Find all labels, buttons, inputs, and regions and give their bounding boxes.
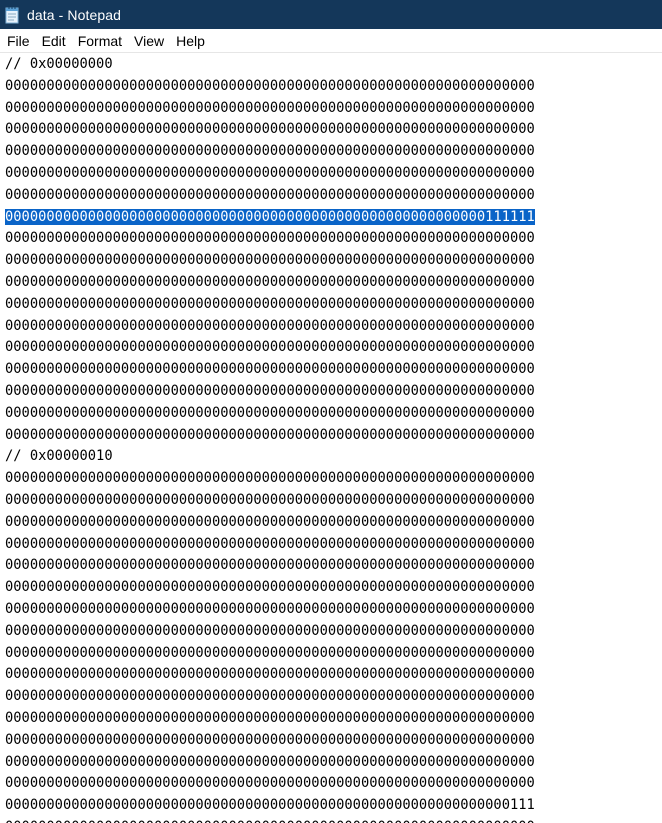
line-text: 0000000000000000000000000000000000000000… [5,295,535,312]
line-text: 0000000000000000000000000000000000000000… [5,77,535,94]
text-line[interactable]: 0000000000000000000000000000000000000000… [5,752,662,774]
menu-format[interactable]: Format [72,31,128,51]
text-line[interactable]: 0000000000000000000000000000000000000000… [5,512,662,534]
line-text: 0000000000000000000000000000000000000000… [5,819,535,823]
text-line[interactable]: 0000000000000000000000000000000000000000… [5,403,662,425]
line-text: 0000000000000000000000000000000000000000… [5,426,535,443]
line-text: 0000000000000000000000000000000000000000… [5,797,535,814]
menu-view[interactable]: View [128,31,170,51]
window-title: data - Notepad [27,6,122,23]
text-line[interactable]: 0000000000000000000000000000000000000000… [5,708,662,730]
line-text: 0000000000000000000000000000000000000000… [5,688,535,705]
text-line[interactable]: 0000000000000000000000000000000000000000… [5,294,662,316]
line-text: 0000000000000000000000000000000000000000… [5,491,535,508]
notepad-window: data - Notepad File Edit Format View Hel… [0,0,662,823]
text-line[interactable]: 0000000000000000000000000000000000000000… [5,141,662,163]
text-line[interactable]: 0000000000000000000000000000000000000000… [5,119,662,141]
text-line[interactable]: 0000000000000000000000000000000000000000… [5,534,662,556]
comment-line[interactable]: // 0x00000010 [5,446,662,468]
line-text: 0000000000000000000000000000000000000000… [5,164,535,181]
text-line[interactable]: 0000000000000000000000000000000000000000… [5,207,662,229]
text-line[interactable]: 0000000000000000000000000000000000000000… [5,686,662,708]
line-text: 0000000000000000000000000000000000000000… [5,317,535,334]
line-text: 0000000000000000000000000000000000000000… [5,273,535,290]
line-text: 0000000000000000000000000000000000000000… [5,600,535,617]
text-line[interactable]: 0000000000000000000000000000000000000000… [5,577,662,599]
text-line[interactable]: 0000000000000000000000000000000000000000… [5,621,662,643]
notepad-icon [4,6,20,24]
text-line[interactable]: 0000000000000000000000000000000000000000… [5,643,662,665]
line-text: 0000000000000000000000000000000000000000… [5,470,535,487]
line-text: 0000000000000000000000000000000000000000… [5,99,535,116]
text-line[interactable]: 0000000000000000000000000000000000000000… [5,316,662,338]
text-line[interactable]: 0000000000000000000000000000000000000000… [5,425,662,447]
line-text: 0000000000000000000000000000000000000000… [5,121,535,138]
line-text: 0000000000000000000000000000000000000000… [5,666,535,683]
menu-bar: File Edit Format View Help [0,29,662,53]
line-text: 0000000000000000000000000000000000000000… [5,644,535,661]
line-text: 0000000000000000000000000000000000000000… [5,252,535,269]
text-line[interactable]: 0000000000000000000000000000000000000000… [5,381,662,403]
text-line[interactable]: 0000000000000000000000000000000000000000… [5,490,662,512]
title-bar[interactable]: data - Notepad [0,0,662,29]
text-line[interactable]: 0000000000000000000000000000000000000000… [5,76,662,98]
line-text: 0000000000000000000000000000000000000000… [5,382,535,399]
line-text: 0000000000000000000000000000000000000000… [5,404,535,421]
line-text: 0000000000000000000000000000000000000000… [5,186,535,203]
text-line[interactable]: 0000000000000000000000000000000000000000… [5,98,662,120]
text-line[interactable]: 0000000000000000000000000000000000000000… [5,272,662,294]
line-text: 0000000000000000000000000000000000000000… [5,361,535,378]
text-line[interactable]: 0000000000000000000000000000000000000000… [5,773,662,795]
text-line[interactable]: 0000000000000000000000000000000000000000… [5,228,662,250]
line-text: 0000000000000000000000000000000000000000… [5,557,535,574]
line-text: 0000000000000000000000000000000000000000… [5,143,535,160]
line-text: 0000000000000000000000000000000000000000… [5,579,535,596]
line-text: 0000000000000000000000000000000000000000… [5,731,535,748]
comment-line[interactable]: // 0x00000000 [5,54,662,76]
line-text: 0000000000000000000000000000000000000000… [5,339,535,356]
line-text: // 0x00000000 [5,56,113,72]
text-line[interactable]: 0000000000000000000000000000000000000000… [5,468,662,490]
line-text: // 0x00000010 [5,448,113,465]
menu-file[interactable]: File [1,31,36,51]
text-line[interactable]: 0000000000000000000000000000000000000000… [5,250,662,272]
menu-help[interactable]: Help [170,31,211,51]
line-text: 0000000000000000000000000000000000000000… [5,753,535,770]
text-line[interactable]: 0000000000000000000000000000000000000000… [5,730,662,752]
text-line[interactable]: 0000000000000000000000000000000000000000… [5,163,662,185]
line-text: 0000000000000000000000000000000000000000… [5,775,535,792]
line-text: 0000000000000000000000000000000000000000… [5,709,535,726]
text-line[interactable]: 0000000000000000000000000000000000000000… [5,599,662,621]
selected-text: 0000000000000000000000000000000000000000… [5,208,535,225]
text-line[interactable]: 0000000000000000000000000000000000000000… [5,359,662,381]
text-line[interactable]: 0000000000000000000000000000000000000000… [5,664,662,686]
line-text: 0000000000000000000000000000000000000000… [5,535,535,552]
text-line[interactable]: 0000000000000000000000000000000000000000… [5,337,662,359]
line-text: 0000000000000000000000000000000000000000… [5,622,535,639]
line-text: 0000000000000000000000000000000000000000… [5,230,535,247]
text-line[interactable]: 0000000000000000000000000000000000000000… [5,817,662,823]
menu-edit[interactable]: Edit [36,31,72,51]
line-text: 0000000000000000000000000000000000000000… [5,513,535,530]
text-line[interactable]: 0000000000000000000000000000000000000000… [5,185,662,207]
text-line[interactable]: 0000000000000000000000000000000000000000… [5,795,662,817]
text-editor-area[interactable]: // 0x00000000 000000000000000000000000000… [0,54,662,823]
text-line[interactable]: 0000000000000000000000000000000000000000… [5,555,662,577]
